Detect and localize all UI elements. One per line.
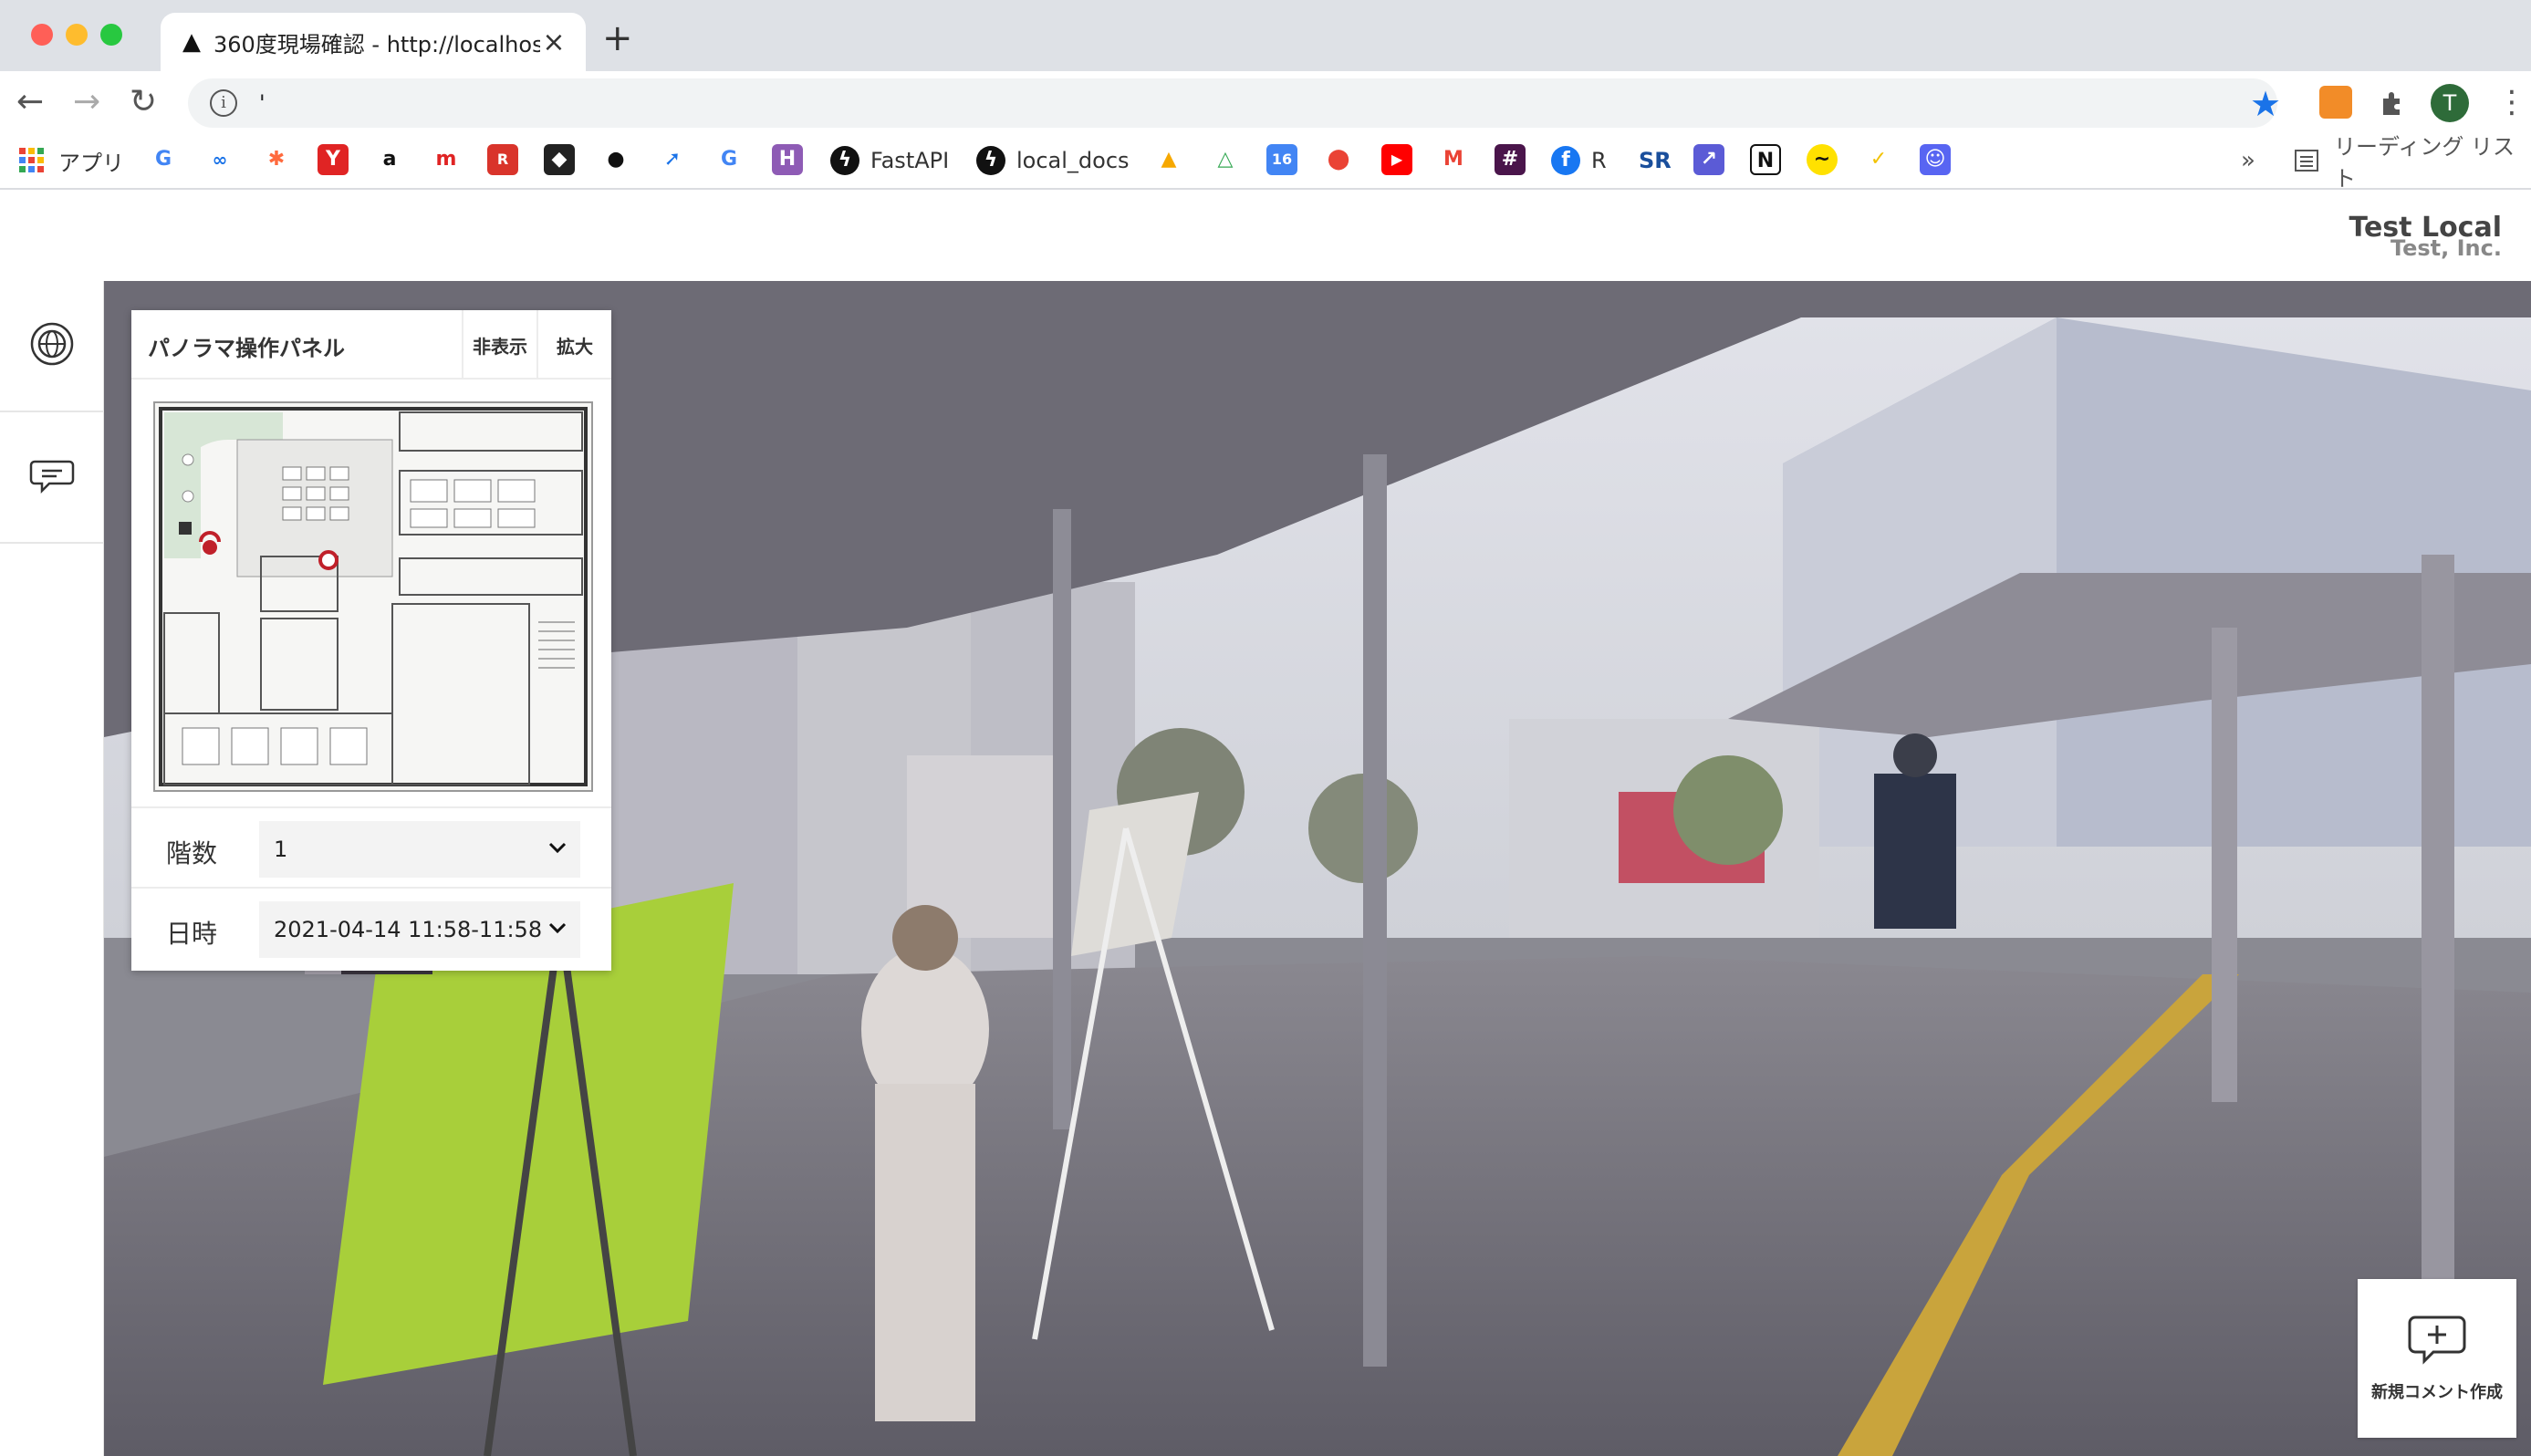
capture-point-marker <box>318 550 339 570</box>
google-search-icon[interactable]: G <box>713 144 745 175</box>
site-info-icon[interactable]: i <box>210 89 237 117</box>
reading-list-label: リーディング リスト <box>2334 134 2515 192</box>
floor-row: 階数 1 <box>131 806 611 887</box>
bookmark-r[interactable]: f R <box>1551 144 1607 177</box>
globe-icon <box>29 321 75 370</box>
datetime-row: 日時 2021-04-14 11:58-11:58 <box>131 887 611 967</box>
sidebar-comments-button[interactable] <box>0 412 104 544</box>
bookmark-sr-label: SR <box>1639 148 1672 173</box>
bookmark-star-icon[interactable]: ★ <box>2250 84 2281 124</box>
bookmark-fastapi[interactable]: ϟ FastAPI <box>830 144 949 177</box>
jira-icon[interactable]: ➚ <box>657 144 688 175</box>
comment-icon <box>29 452 75 502</box>
sidebar-panorama-button[interactable] <box>0 281 104 412</box>
panel-header: パノラマ操作パネル 非表示 拡大 <box>131 310 611 380</box>
floor-select[interactable]: 1 <box>259 821 580 878</box>
rakuten-icon[interactable]: R <box>487 144 518 175</box>
new-tab-button[interactable]: + <box>602 20 633 57</box>
panel-title: パノラマ操作パネル <box>148 336 345 361</box>
reload-icon[interactable]: ↻ <box>130 86 157 119</box>
bookmark-sr[interactable]: SR <box>1639 144 1672 177</box>
hide-panel-button[interactable]: 非表示 <box>462 310 536 380</box>
browser-tab-strip: ▲ 360度現場確認 - http://localhost × + <box>0 0 2531 71</box>
facebook-icon: f <box>1551 146 1580 175</box>
bookmarks-overflow-label: » <box>2241 147 2255 174</box>
extension-icon[interactable] <box>2319 86 2352 119</box>
bookmark-fastapi-label: FastAPI <box>870 148 950 173</box>
datetime-select-value: 2021-04-14 11:58-11:58 <box>274 917 543 942</box>
floor-label: 階数 <box>166 838 218 868</box>
reading-list[interactable]: リーディング リスト <box>2294 134 2531 192</box>
maximize-window-button[interactable] <box>100 24 122 46</box>
apps-grid-icon <box>18 147 46 174</box>
firebase-icon[interactable]: ▲ <box>1153 144 1184 175</box>
datetime-label: 日時 <box>166 919 218 949</box>
fastapi-icon: ϟ <box>830 146 859 175</box>
panorama-control-panel: パノラマ操作パネル 非表示 拡大 階数 1 日時 2021-04-14 11:5… <box>131 310 611 971</box>
gmail-icon[interactable]: M <box>1438 144 1469 175</box>
add-comment-icon <box>2408 1314 2466 1368</box>
bookmarks-overflow[interactable]: » <box>2241 144 2255 177</box>
profile-avatar[interactable]: T <box>2431 84 2469 122</box>
yahoo-icon[interactable]: Y <box>318 144 349 175</box>
youtube-icon[interactable]: ▶ <box>1381 144 1412 175</box>
h-icon[interactable]: H <box>772 144 803 175</box>
chevron-down-icon <box>546 916 569 940</box>
hubspot-icon[interactable]: ✱ <box>261 144 292 175</box>
browser-menu-icon[interactable]: ⋮ <box>2496 84 2527 120</box>
back-arrow-icon[interactable]: ← <box>16 86 44 119</box>
local-docs-icon: ϟ <box>976 146 1005 175</box>
tab-close-icon[interactable]: × <box>540 26 568 58</box>
analytics-icon[interactable]: ↗ <box>1693 144 1724 175</box>
datetime-select[interactable]: 2021-04-14 11:58-11:58 <box>259 901 580 958</box>
discord-icon[interactable]: ☺ <box>1920 144 1951 175</box>
minimize-window-button[interactable] <box>66 24 88 46</box>
close-window-button[interactable] <box>31 24 53 46</box>
app-header <box>0 190 2531 281</box>
slack-icon[interactable]: # <box>1495 144 1526 175</box>
sidebar <box>0 281 104 1456</box>
tab-favicon-icon: ▲ <box>182 28 201 56</box>
google-drive-icon[interactable]: △ <box>1210 144 1241 175</box>
bookmark-local-docs-label: local_docs <box>1016 148 1130 173</box>
floor-select-value: 1 <box>274 837 288 862</box>
reading-list-icon <box>2294 148 2319 173</box>
tab-title: 360度現場確認 - http://localhost <box>214 31 540 57</box>
google-icon[interactable]: G <box>148 144 179 175</box>
amazon-icon[interactable]: a <box>374 144 405 175</box>
infinity-icon[interactable]: ∞ <box>204 144 235 175</box>
chevron-down-icon <box>546 836 569 859</box>
bookmark-r-label: R <box>1591 148 1607 173</box>
bookmark-apps[interactable]: アプリ <box>18 144 124 177</box>
bookmark-local-docs[interactable]: ϟ local_docs <box>976 144 1130 177</box>
notion-icon[interactable]: N <box>1750 144 1781 175</box>
address-url: ' <box>259 90 266 116</box>
new-comment-label: 新規コメント作成 <box>2371 1383 2503 1402</box>
floor-plan-map[interactable] <box>153 401 593 792</box>
bookmark-apps-label: アプリ <box>58 150 124 176</box>
address-bar[interactable]: i ' <box>188 78 2277 128</box>
forward-arrow-icon[interactable]: → <box>73 86 100 119</box>
extensions-puzzle-icon[interactable] <box>2376 86 2409 119</box>
expand-panel-button[interactable]: 拡大 <box>536 310 611 380</box>
org-subtitle: Test, Inc. <box>2390 235 2502 261</box>
new-comment-button[interactable]: 新規コメント作成 <box>2358 1279 2516 1438</box>
bookmark-yellow-icon[interactable]: ~ <box>1807 144 1838 175</box>
bookmark-pencil-icon[interactable]: ✓ <box>1863 144 1894 175</box>
google-maps-icon[interactable]: ⬤ <box>1323 144 1354 175</box>
m-icon[interactable]: m <box>431 144 462 175</box>
google-calendar-icon[interactable]: 16 <box>1266 144 1297 175</box>
browser-tab[interactable]: ▲ 360度現場確認 - http://localhost × <box>161 13 586 71</box>
bookmark-dark-icon[interactable]: ◆ <box>544 144 575 175</box>
github-icon[interactable]: ● <box>600 144 631 175</box>
